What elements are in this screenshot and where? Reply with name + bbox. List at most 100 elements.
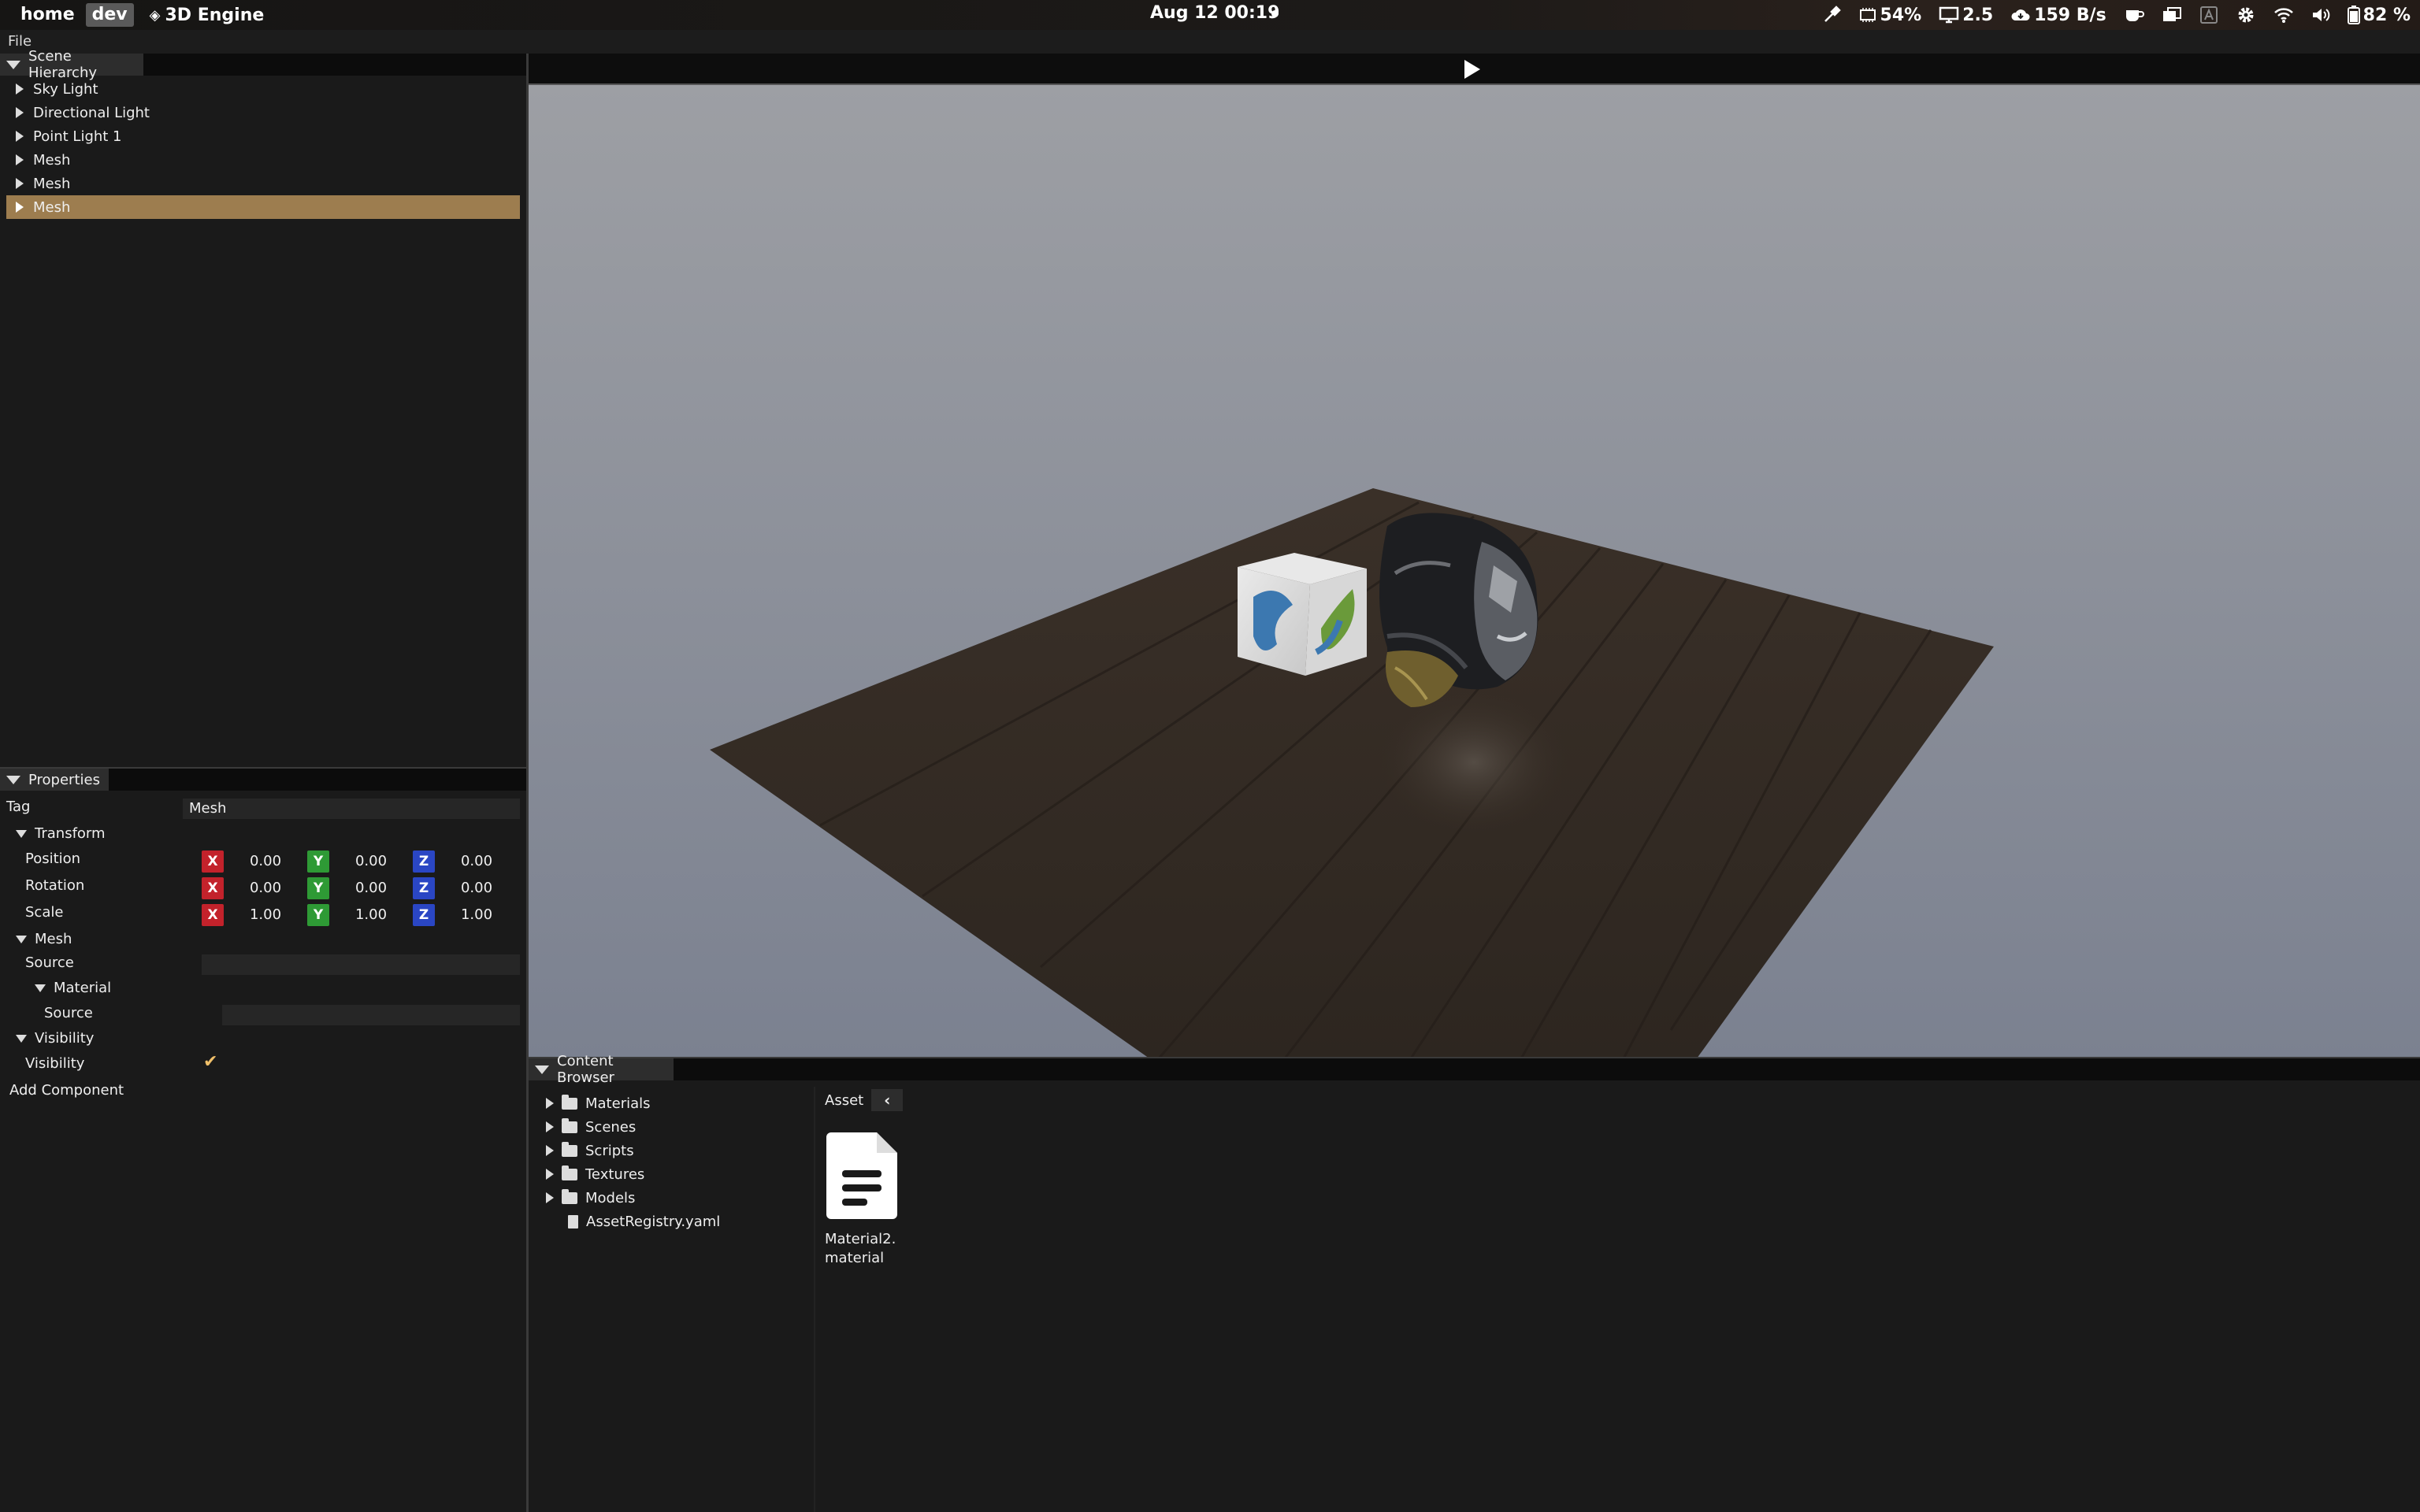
visibility-section-header[interactable]: Visibility: [16, 1030, 94, 1047]
hierarchy-item-directional-light[interactable]: Directional Light: [6, 101, 520, 124]
workspace-dev[interactable]: dev: [85, 3, 134, 27]
keyboard-layout-icon[interactable]: [2199, 6, 2218, 24]
collapse-arrow-icon[interactable]: [35, 984, 46, 992]
hierarchy-item-label: Mesh: [33, 175, 71, 192]
expand-arrow-icon[interactable]: [16, 202, 24, 213]
load-indicator[interactable]: 2.5: [1939, 6, 1993, 25]
properties-tab[interactable]: Properties: [0, 769, 109, 791]
position-z-value[interactable]: 0.00: [441, 853, 512, 869]
volume-icon[interactable]: [2311, 6, 2330, 24]
tree-file-asset-registry[interactable]: AssetRegistry.yaml: [568, 1210, 720, 1233]
viewport-toolbar: [529, 54, 2420, 83]
hierarchy-item-mesh-selected[interactable]: Mesh: [6, 195, 520, 219]
transform-header-label: Transform: [35, 825, 106, 842]
expand-arrow-icon[interactable]: [16, 107, 24, 118]
position-x-value[interactable]: 0.00: [230, 853, 301, 869]
coffee-icon[interactable]: [2124, 6, 2144, 24]
hierarchy-item-point-light-1[interactable]: Point Light 1: [6, 124, 520, 148]
settings-gear-icon[interactable]: [2236, 5, 2256, 25]
tree-folder-models[interactable]: Models: [546, 1186, 635, 1210]
scene-hierarchy-tab[interactable]: Scene Hierarchy: [0, 48, 143, 81]
folder-icon: [562, 1094, 577, 1110]
play-button[interactable]: [1464, 60, 1480, 79]
asset-tile-material2[interactable]: Material2. material: [825, 1129, 935, 1268]
content-browser-tab[interactable]: Content Browser: [529, 1053, 674, 1086]
material-section-header[interactable]: Material: [35, 980, 111, 996]
textured-cube: [1238, 553, 1367, 676]
expand-arrow-icon[interactable]: [546, 1145, 554, 1156]
content-browser-panel: Content Browser Materials Scenes Scripts…: [529, 1053, 2420, 1512]
cpu-indicator[interactable]: 54%: [1858, 6, 1921, 25]
color-picker-icon[interactable]: [1822, 6, 1841, 24]
status-tray: 54% 2.5 159 B/s 82 %: [1822, 0, 2411, 30]
scene-hierarchy-panel: Scene Hierarchy Sky Light Directional Li…: [0, 48, 526, 765]
scale-y-button[interactable]: Y: [307, 904, 329, 926]
hierarchy-item-mesh[interactable]: Mesh: [6, 172, 520, 195]
rotation-z-value[interactable]: 0.00: [441, 880, 512, 896]
hierarchy-item-mesh[interactable]: Mesh: [6, 148, 520, 172]
tree-folder-scripts[interactable]: Scripts: [546, 1139, 634, 1162]
position-x-button[interactable]: X: [202, 850, 224, 873]
expand-arrow-icon[interactable]: [16, 154, 24, 165]
scale-x-value[interactable]: 1.00: [230, 906, 301, 923]
collapse-arrow-icon[interactable]: [16, 829, 27, 838]
expand-arrow-icon[interactable]: [546, 1121, 554, 1132]
scale-z-button[interactable]: Z: [413, 904, 435, 926]
clock[interactable]: Aug 12 00:19: [1150, 3, 1279, 23]
hierarchy-item-sky-light[interactable]: Sky Light: [6, 77, 520, 101]
position-z-button[interactable]: Z: [413, 850, 435, 873]
scene-viewport[interactable]: [529, 83, 2420, 1057]
expand-arrow-icon[interactable]: [546, 1169, 554, 1180]
tree-folder-materials[interactable]: Materials: [546, 1091, 651, 1115]
scene-hierarchy-header: Scene Hierarchy: [0, 48, 526, 81]
expand-arrow-icon[interactable]: [16, 131, 24, 142]
rotation-y-button[interactable]: Y: [307, 877, 329, 899]
visibility-label: Visibility: [25, 1055, 85, 1072]
active-app-title[interactable]: ◈ 3D Engine: [150, 6, 265, 25]
rotation-y-value[interactable]: 0.00: [336, 880, 406, 896]
cloud-download-icon: [2011, 9, 2030, 20]
menu-file[interactable]: File: [8, 33, 32, 50]
wifi-icon[interactable]: [2273, 6, 2294, 24]
visibility-checkbox[interactable]: ✔: [203, 1052, 217, 1072]
collapse-arrow-icon[interactable]: [16, 935, 27, 943]
collapse-arrow-icon[interactable]: [6, 60, 20, 69]
collapse-arrow-icon[interactable]: [16, 1034, 27, 1043]
scale-y-value[interactable]: 1.00: [336, 906, 406, 923]
battery-indicator[interactable]: 82 %: [2347, 6, 2411, 25]
visibility-header-label: Visibility: [35, 1030, 95, 1047]
transform-section-header[interactable]: Transform: [16, 825, 106, 842]
add-component-button[interactable]: Add Component: [9, 1082, 124, 1099]
back-button[interactable]: ‹: [871, 1089, 904, 1111]
tree-folder-textures[interactable]: Textures: [546, 1162, 644, 1186]
mesh-section-header[interactable]: Mesh: [16, 931, 72, 947]
collapse-arrow-icon[interactable]: [6, 775, 20, 784]
rotation-x-value[interactable]: 0.00: [230, 880, 301, 896]
tag-field[interactable]: [183, 799, 520, 819]
hierarchy-item-label: Mesh: [33, 198, 71, 216]
rotation-x-button[interactable]: X: [202, 877, 224, 899]
rotation-label: Rotation: [25, 877, 85, 894]
tree-item-label: Materials: [585, 1095, 651, 1112]
properties-panel: Properties Tag Mesh Transform Position X…: [0, 767, 526, 1512]
expand-arrow-icon[interactable]: [546, 1098, 554, 1109]
material-header-label: Material: [54, 980, 112, 996]
expand-arrow-icon[interactable]: [16, 83, 24, 94]
position-y-button[interactable]: Y: [307, 850, 329, 873]
position-label: Position: [25, 850, 81, 867]
mesh-source-field[interactable]: [202, 954, 520, 975]
expand-arrow-icon[interactable]: [16, 178, 24, 189]
scale-x-button[interactable]: X: [202, 904, 224, 926]
workspace-home[interactable]: home: [14, 3, 81, 27]
content-browser-divider[interactable]: [814, 1087, 815, 1512]
network-indicator[interactable]: 159 B/s: [2010, 6, 2106, 25]
hierarchy-item-label: Directional Light: [33, 104, 150, 121]
rotation-z-button[interactable]: Z: [413, 877, 435, 899]
position-y-value[interactable]: 0.00: [336, 853, 406, 869]
tree-folder-scenes[interactable]: Scenes: [546, 1115, 636, 1139]
window-switcher-icon[interactable]: [2162, 6, 2182, 24]
scale-z-value[interactable]: 1.00: [441, 906, 512, 923]
collapse-arrow-icon[interactable]: [535, 1065, 549, 1074]
expand-arrow-icon[interactable]: [546, 1192, 554, 1203]
material-source-field[interactable]: [222, 1005, 520, 1025]
